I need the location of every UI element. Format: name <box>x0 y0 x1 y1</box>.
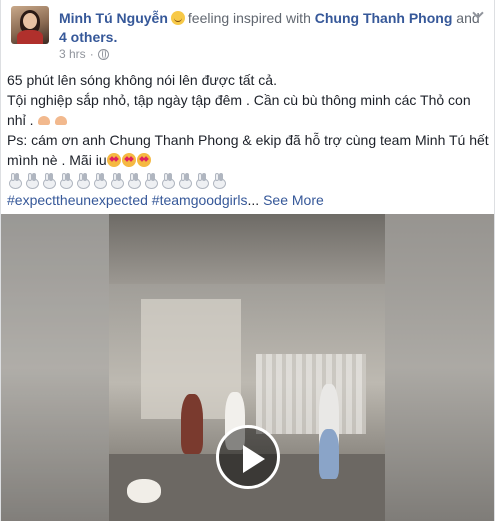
video-player[interactable] <box>1 214 494 521</box>
bunny-face-icon <box>194 173 209 189</box>
heart-eyes-icon <box>136 153 151 167</box>
smiling-face-icon <box>170 11 185 25</box>
see-more-link[interactable]: See More <box>263 192 324 208</box>
bunny-face-icon <box>24 173 39 189</box>
flexed-biceps-icon <box>37 113 52 127</box>
video-blur-left <box>1 214 109 521</box>
bunny-face-icon <box>109 173 124 189</box>
tagged-person-link[interactable]: Chung Thanh Phong <box>315 10 453 26</box>
bunny-face-icon <box>177 173 192 189</box>
post-line: Ps: cám ơn anh Chung Thanh Phong & ekip … <box>7 132 489 148</box>
others-link[interactable]: 4 others. <box>59 29 117 45</box>
bunny-face-icon <box>58 173 73 189</box>
bunny-face-icon <box>7 173 22 189</box>
heart-eyes-emoji <box>106 152 152 168</box>
timestamp-link[interactable]: 3 hrs <box>59 47 86 61</box>
avatar[interactable] <box>11 6 49 44</box>
bunny-face-icon <box>143 173 158 189</box>
video-scene-curtain <box>256 354 366 434</box>
flexed-biceps-icon <box>54 113 69 127</box>
heart-eyes-icon <box>121 153 136 167</box>
bunny-face-icon <box>75 173 90 189</box>
post-meta: 3 hrs · <box>59 47 109 61</box>
video-scene-ceiling <box>109 214 385 284</box>
post-line: 65 phút lên sóng không nói lên được tất … <box>7 72 277 88</box>
biceps-emoji <box>37 112 71 128</box>
author-name[interactable]: Minh Tú Nguyễn <box>59 10 168 26</box>
post-headline: Minh Tú Nguyễn feeling inspired with Chun… <box>59 9 489 47</box>
heart-eyes-icon <box>106 153 121 167</box>
globe-icon[interactable] <box>97 48 109 60</box>
chevron-down-icon[interactable] <box>469 6 487 24</box>
video-person <box>181 394 203 454</box>
post-line: nhỉ . <box>7 110 491 130</box>
bunny-face-icon <box>92 173 107 189</box>
feeling-text: feeling inspired with <box>187 10 311 26</box>
play-icon[interactable] <box>216 425 280 489</box>
bunny-face-icon <box>126 173 141 189</box>
video-person <box>319 429 339 479</box>
hashtag-links[interactable]: #expecttheunexpected #teamgoodgirls <box>7 192 248 208</box>
post-header: Minh Tú Nguyễn feeling inspired with Chun… <box>11 4 489 64</box>
post-card: Minh Tú Nguyễn feeling inspired with Chun… <box>0 0 495 521</box>
bunny-face-icon <box>160 173 175 189</box>
video-dog <box>127 479 161 503</box>
video-blur-right <box>385 214 494 521</box>
ellipsis: ... <box>247 192 260 208</box>
post-text: 65 phút lên sóng không nói lên được tất … <box>7 70 491 210</box>
post-line: Tội nghiệp sắp nhỏ, tập ngày tập đêm . C… <box>7 92 471 108</box>
post-line: #expecttheunexpected #teamgoodgirls... S… <box>7 190 491 210</box>
bunny-emoji-row <box>7 170 491 190</box>
post-line: mình nè . Mãi iu <box>7 150 491 170</box>
bunny-face-icon <box>41 173 56 189</box>
bunny-face-icon <box>211 173 226 189</box>
